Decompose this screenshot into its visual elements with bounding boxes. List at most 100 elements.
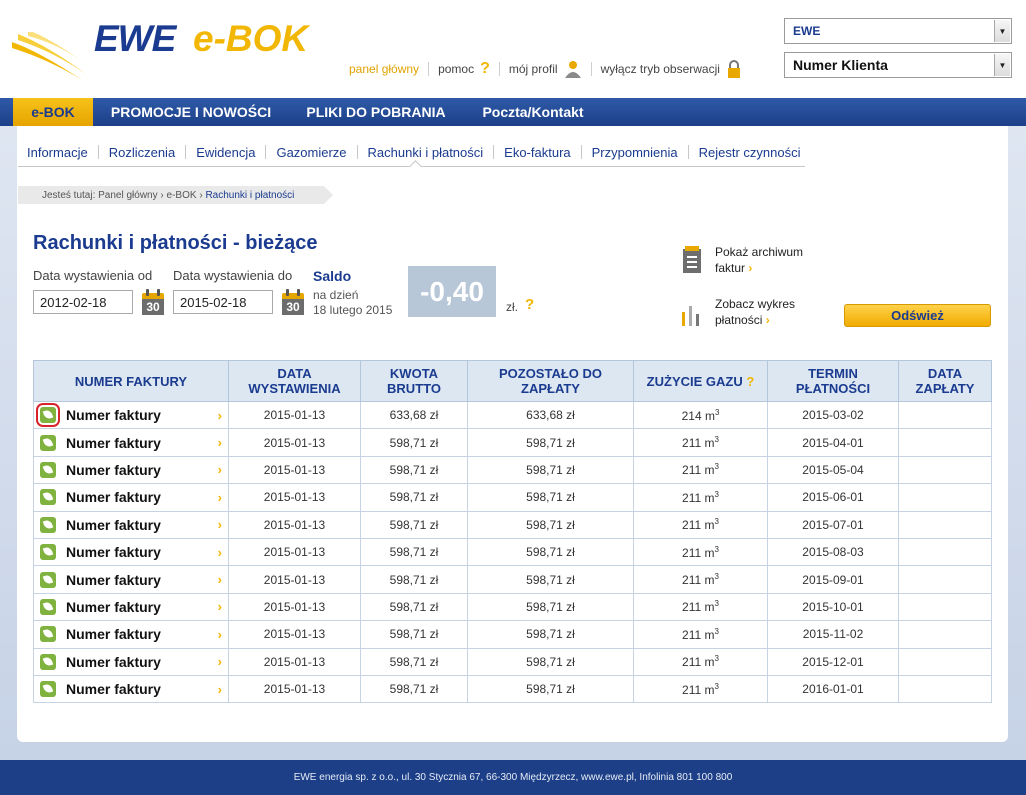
table-row[interactable]: Numer faktury › 2015-01-13 598,71 zł 598,71 … (33, 483, 992, 512)
chevron-right-icon[interactable]: › (218, 462, 222, 477)
chevron-right-icon[interactable]: › (218, 517, 222, 532)
invoice-number-link[interactable]: Numer faktury (66, 462, 161, 478)
chevron-right-icon[interactable]: › (218, 682, 222, 697)
calendar-icon[interactable]: 30 (142, 289, 164, 315)
issue-date-cell: 2015-01-13 (228, 400, 361, 430)
nav-ebok[interactable]: e-BOK (13, 98, 93, 126)
invoice-number-link[interactable]: Numer faktury (66, 681, 161, 697)
breadcrumb-panel-glowny[interactable]: Panel główny (98, 190, 157, 201)
eco-leaf-icon[interactable] (36, 403, 60, 428)
table-row[interactable]: Numer faktury › 2015-01-13 598,71 zł 598,71 … (33, 428, 992, 457)
col-data-zaplaty[interactable]: DATA ZAPŁATY (898, 360, 992, 402)
chevron-right-icon[interactable]: › (218, 599, 222, 614)
link-wylacz-tryb[interactable]: wyłącz tryb obserwacji (590, 60, 751, 78)
subnav-rachunki[interactable]: Rachunki i płatności (356, 145, 494, 160)
eco-leaf-icon[interactable] (40, 626, 56, 643)
invoice-number-link[interactable]: Numer faktury (66, 544, 161, 560)
payments-chart-link[interactable]: Zobacz wykres płatności › (715, 296, 795, 328)
company-select[interactable]: EWE ▼ (784, 18, 1012, 44)
breadcrumb-current: Rachunki i płatności (205, 189, 295, 201)
eco-leaf-icon[interactable] (40, 516, 56, 533)
col-kwota-brutto[interactable]: KWOTA BRUTTO (360, 360, 468, 402)
invoice-number-link[interactable]: Numer faktury (66, 654, 161, 670)
table-row[interactable]: Numer faktury › 2015-01-13 598,71 zł 598,71 … (33, 674, 992, 704)
ewe-ebok-logo[interactable]: EWE e-BOK (10, 14, 310, 94)
subnav-rejestr[interactable]: Rejestr czynności (687, 145, 811, 160)
eco-leaf-icon[interactable] (40, 461, 56, 478)
subnav-ewidencja[interactable]: Ewidencja (185, 145, 265, 160)
chevron-right-icon[interactable]: › (218, 490, 222, 505)
eco-leaf-icon[interactable] (40, 434, 56, 451)
chevron-down-icon[interactable]: ▼ (994, 54, 1010, 76)
chevron-right-icon[interactable]: › (218, 572, 222, 587)
table-row[interactable]: Numer faktury › 2015-01-13 598,71 zł 598,71 … (33, 647, 992, 676)
eco-leaf-icon[interactable] (40, 571, 56, 588)
subnav-przypomnienia[interactable]: Przypomnienia (580, 145, 688, 160)
invoice-number-link[interactable]: Numer faktury (66, 517, 161, 533)
date-to-input[interactable]: 2015-02-18 (173, 290, 273, 314)
chevron-down-icon[interactable]: ▼ (994, 20, 1010, 42)
col-pozostalo[interactable]: POZOSTAŁO DO ZAPŁATY (467, 360, 634, 402)
client-number-select[interactable]: Numer Klienta ▼ (784, 52, 1012, 78)
table-row[interactable]: Numer faktury › 2015-01-13 598,71 zł 598,71 … (33, 510, 992, 539)
invoice-number-link[interactable]: Numer faktury (66, 407, 161, 423)
invoice-number-link[interactable]: Numer faktury (66, 599, 161, 615)
invoice-number-link[interactable]: Numer faktury (66, 572, 161, 588)
table-row[interactable]: Numer faktury › 2015-01-13 598,71 zł 598,71 … (33, 565, 992, 594)
subnav-rozliczenia[interactable]: Rozliczenia (97, 145, 185, 160)
nav-promocje[interactable]: PROMOCJE I NOWOŚCI (93, 98, 289, 126)
invoice-number-cell[interactable]: Numer faktury › (33, 510, 229, 539)
chevron-right-icon[interactable]: › (218, 654, 222, 669)
invoice-number-cell[interactable]: Numer faktury › (33, 455, 229, 485)
date-from-input[interactable]: 2012-02-18 (33, 290, 133, 314)
breadcrumb-ebok[interactable]: e-BOK (167, 190, 197, 201)
link-moj-profil[interactable]: mój profil (498, 61, 591, 78)
invoice-number-cell[interactable]: Numer faktury › (33, 483, 229, 512)
invoice-number-link[interactable]: Numer faktury (66, 489, 161, 505)
calendar-icon[interactable]: 30 (282, 289, 304, 315)
subnav-eko-faktura[interactable]: Eko-faktura (493, 145, 580, 160)
lock-icon (727, 60, 740, 78)
eco-leaf-icon[interactable] (40, 598, 56, 615)
gas-help-icon[interactable]: ? (746, 374, 754, 389)
table-row[interactable]: Numer faktury › 2015-01-13 633,68 zł 633,68 … (33, 400, 992, 430)
invoice-number-cell[interactable]: Numer faktury › (33, 537, 229, 567)
col-termin-platnosci[interactable]: TERMIN PŁATNOŚCI (767, 360, 899, 402)
eco-leaf-icon[interactable] (40, 681, 56, 698)
gross-amount-cell: 598,71 zł (360, 565, 468, 594)
eco-leaf-icon[interactable] (40, 544, 56, 561)
invoice-number-cell[interactable]: Numer faktury › (33, 620, 229, 649)
invoice-number-link[interactable]: Numer faktury (66, 435, 161, 451)
invoice-number-cell[interactable]: Numer faktury › (33, 400, 229, 430)
table-row[interactable]: Numer faktury › 2015-01-13 598,71 zł 598,71 … (33, 592, 992, 622)
chevron-right-icon[interactable]: › (218, 408, 222, 423)
table-row[interactable]: Numer faktury › 2015-01-13 598,71 zł 598,71 … (33, 455, 992, 485)
saldo-help-icon[interactable]: ? (525, 296, 534, 313)
invoice-number-cell[interactable]: Numer faktury › (33, 592, 229, 622)
subnav-informacje[interactable]: Informacje (18, 145, 98, 160)
link-panel-glowny[interactable]: panel główny (349, 62, 428, 76)
col-numer-faktury[interactable]: NUMER FAKTURY (33, 360, 229, 402)
nav-pliki[interactable]: PLIKI DO POBRANIA (289, 98, 463, 126)
invoice-number-cell[interactable]: Numer faktury › (33, 428, 229, 457)
refresh-button[interactable]: Odśwież (844, 304, 991, 327)
link-pomoc[interactable]: pomoc? (428, 60, 499, 77)
invoice-number-cell[interactable]: Numer faktury › (33, 674, 229, 704)
table-row[interactable]: Numer faktury › 2015-01-13 598,71 zł 598,71 … (33, 537, 992, 567)
col-zuzycie-gazu[interactable]: ZUŻYCIE GAZU ? (633, 360, 768, 402)
nav-poczta-kontakt[interactable]: Poczta/Kontakt (463, 98, 603, 126)
due-date-cell: 2015-06-01 (767, 483, 899, 512)
table-row[interactable]: Numer faktury › 2015-01-13 598,71 zł 598,71 … (33, 620, 992, 649)
paid-date-cell (898, 592, 992, 622)
chevron-right-icon[interactable]: › (218, 545, 222, 560)
invoice-number-cell[interactable]: Numer faktury › (33, 647, 229, 676)
invoice-number-cell[interactable]: Numer faktury › (33, 565, 229, 594)
col-data-wystawienia[interactable]: DATA WYSTAWIENIA (228, 360, 361, 402)
chevron-right-icon[interactable]: › (218, 627, 222, 642)
archive-link[interactable]: Pokaż archiwum faktur › (715, 244, 803, 276)
invoice-number-link[interactable]: Numer faktury (66, 626, 161, 642)
chevron-right-icon[interactable]: › (218, 435, 222, 450)
eco-leaf-icon[interactable] (40, 489, 56, 506)
subnav-gazomierze[interactable]: Gazomierze (265, 145, 356, 160)
eco-leaf-icon[interactable] (40, 653, 56, 670)
